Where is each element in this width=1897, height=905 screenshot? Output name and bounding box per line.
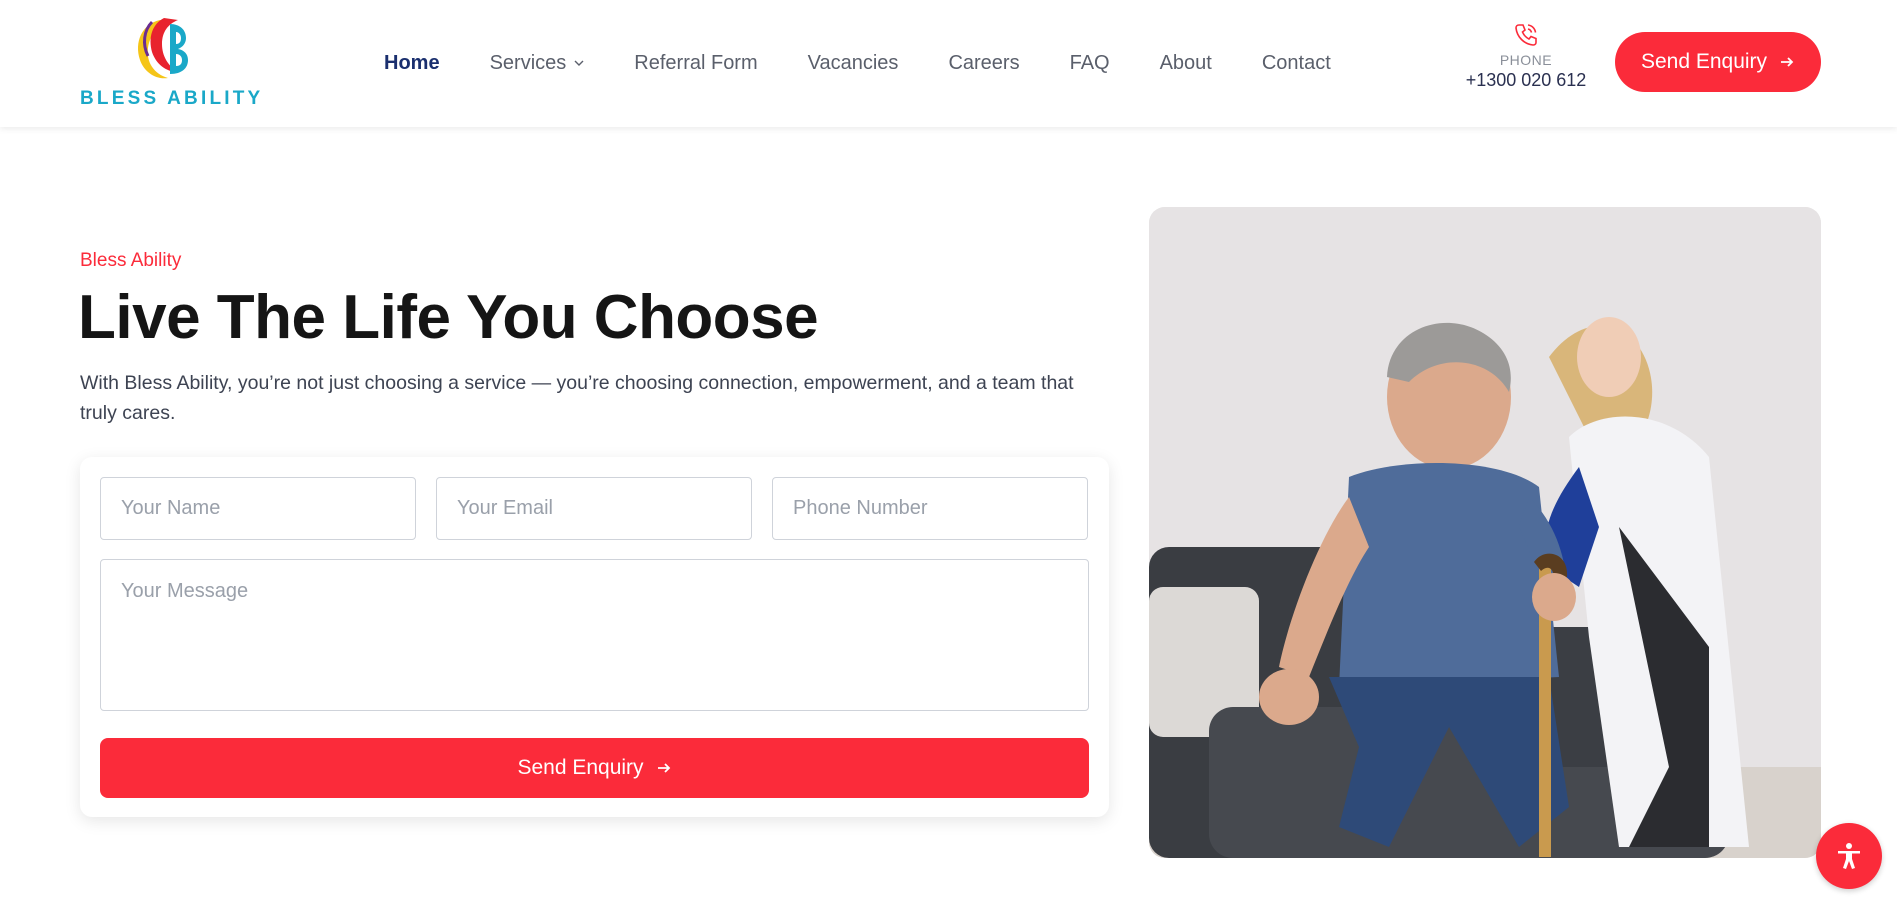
nav-contact[interactable]: Contact [1262,52,1331,75]
enquiry-form: Send Enquiry [80,457,1109,817]
arrow-right-icon [1781,57,1794,67]
nav-faq[interactable]: FAQ [1070,52,1110,75]
main-nav: Home Services Referral Form Vacancies Ca… [384,46,1381,80]
message-input[interactable] [100,559,1089,711]
nav-referral-form[interactable]: Referral Form [634,52,757,75]
send-enquiry-form-button[interactable]: Send Enquiry [100,738,1089,798]
send-enquiry-header-label: Send Enquiry [1640,50,1768,73]
nav-vacancies[interactable]: Vacancies [808,52,899,75]
phone-icon [1515,24,1537,46]
arrow-right-icon [657,763,670,773]
hero-title: Live The Life You Choose [78,283,819,352]
logo-mark-icon [138,18,188,79]
nav-careers[interactable]: Careers [948,52,1019,75]
phone-number[interactable]: +1300 020 612 [1460,70,1592,91]
email-input[interactable] [436,477,752,540]
hero-eyebrow: Bless Ability [80,250,182,271]
phone-input[interactable] [772,477,1088,540]
accessibility-icon [1838,843,1860,869]
accessibility-button[interactable] [1816,823,1882,889]
send-enquiry-form-label: Send Enquiry [517,756,644,779]
phone-contact[interactable]: PHONE +1300 020 612 [1460,22,1592,91]
logo-text: BLESS ABILITY [80,88,264,109]
caregiver-photo-illustration [1149,207,1821,858]
caregiver-photo [1149,207,1821,858]
nav-home[interactable]: Home [384,52,440,75]
hero-description: With Bless Ability, you’re not just choo… [80,372,1074,424]
nav-services-label: Services [489,51,567,74]
send-enquiry-header-button[interactable]: Send Enquiry [1615,32,1821,92]
chevron-down-icon [574,60,584,66]
phone-label: PHONE [1499,52,1553,68]
site-header: BLESS ABILITY Home Services Referral For… [0,0,1897,127]
name-input[interactable] [100,477,416,540]
nav-about[interactable]: About [1160,52,1212,75]
nav-services[interactable]: Services [490,52,585,75]
logo[interactable]: BLESS ABILITY [80,16,264,111]
